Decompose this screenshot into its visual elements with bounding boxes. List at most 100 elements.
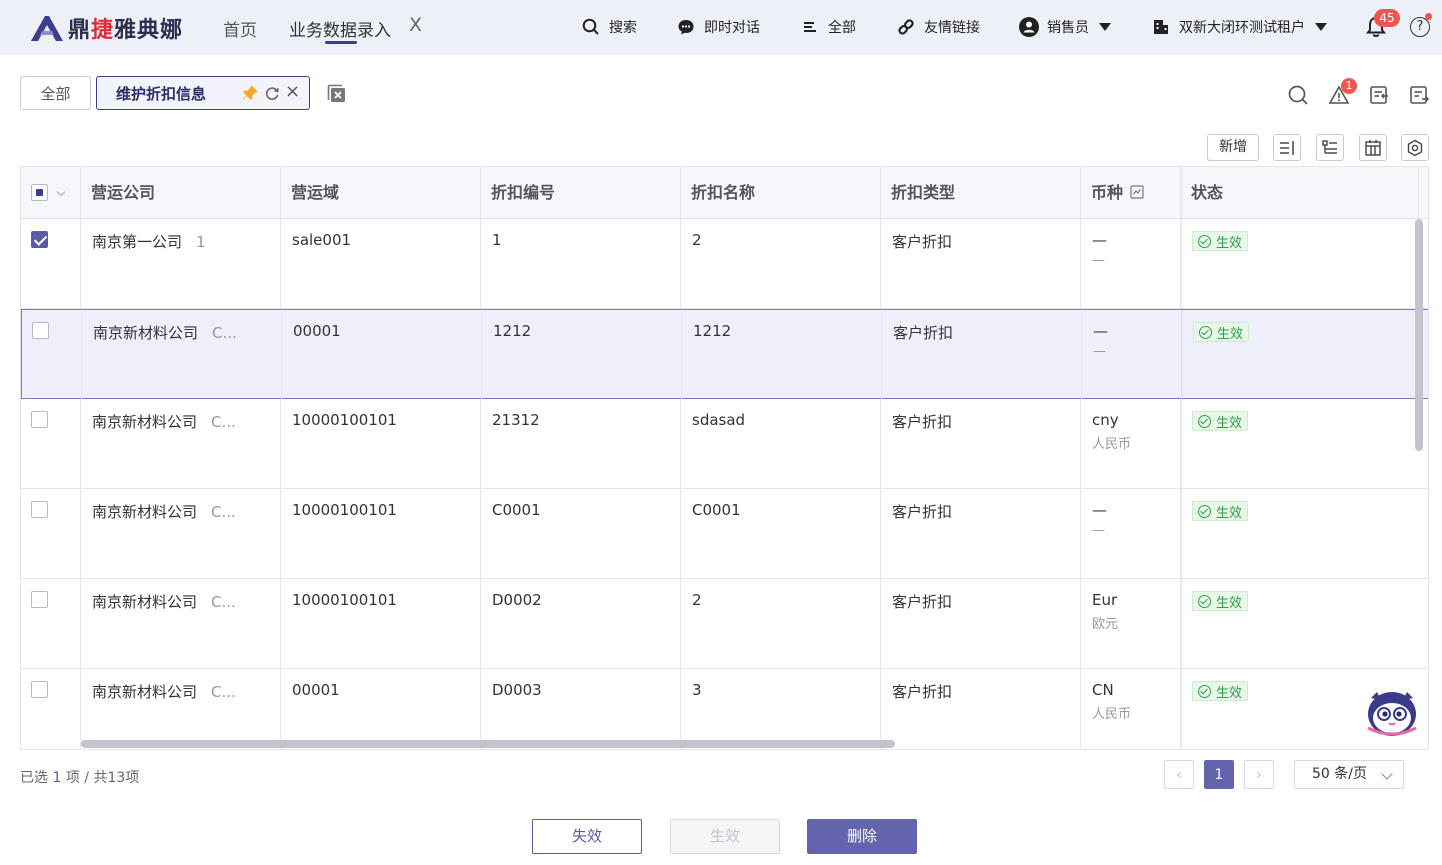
cell-company: 南京新材料公司 C... [81,489,281,579]
links-label: 友情链接 [924,20,980,36]
select-all-checkbox[interactable] [31,184,48,201]
delete-button[interactable]: 删除 [807,819,917,854]
company-code: C... [211,503,236,521]
table-row[interactable]: 南京新材料公司 C... 10000100101 C0001 C0001 客户折扣 — — 生效 [21,489,1428,579]
cell-company: 南京第一公司 1 [81,219,281,309]
horizontal-scrollbar[interactable] [81,740,895,748]
table-row[interactable]: 南京新材料公司 C... 10000100101 D0002 2 客户折扣 Eur 欧元 生效 [21,579,1428,669]
field-info-icon[interactable] [1130,185,1144,199]
settings-icon[interactable] [1401,134,1429,161]
link-icon [896,17,916,37]
header-currency[interactable]: 币种 [1081,167,1181,219]
import-icon[interactable] [1368,84,1390,106]
close-all-tabs-icon[interactable] [326,83,348,105]
fixed-column-shadow [1181,167,1183,749]
page-1-button[interactable]: 1 [1204,760,1234,789]
cell-status: 生效 [1181,489,1419,579]
header-type[interactable]: 折扣类型 [881,167,1081,219]
header-company[interactable]: 营运公司 [81,167,281,219]
cell-domain: 10000100101 [281,399,481,489]
row-select-cell [21,219,81,309]
refresh-icon[interactable] [264,84,280,106]
assistant-mascot-icon[interactable] [1365,688,1419,738]
vertical-scrollbar[interactable] [1415,219,1423,451]
nav-current-tab[interactable]: 业务数据录入 [289,16,391,41]
table-row[interactable]: 南京新材料公司 C... 00001 1212 1212 客户折扣 — — 生效 [21,309,1428,400]
page-size-select[interactable]: 50 条/页 [1294,760,1404,789]
search-icon[interactable] [1287,84,1309,106]
currency-name: 人民币 [1092,437,1132,452]
logo-text: 鼎捷雅典娜 [68,18,184,43]
row-checkbox[interactable] [32,322,49,339]
chat-tool[interactable]: 即时对话 [676,15,760,39]
all-menu-label: 全部 [828,20,856,36]
status-badge: 生效 [1192,231,1249,251]
cell-status: 生效 [1181,219,1419,309]
header-domain[interactable]: 营运域 [281,167,481,219]
check-circle-icon [1198,594,1211,608]
row-checkbox[interactable] [31,231,48,248]
select-options-chevron-icon[interactable] [56,187,66,197]
tenant-dropdown[interactable]: 双新大闭环测试租户 [1151,15,1327,39]
disable-button[interactable]: 失效 [532,819,642,854]
header-code[interactable]: 折扣编号 [481,167,681,219]
page-size-value: 50 条/页 [1312,766,1367,782]
row-checkbox[interactable] [31,591,48,608]
header-name[interactable]: 折扣名称 [681,167,881,219]
page-tab-current-label: 维护折扣信息 [116,84,207,103]
user-icon [1019,17,1039,37]
columns-icon[interactable] [1359,134,1387,161]
pin-icon[interactable] [241,84,259,106]
table-row[interactable]: 南京第一公司 1 sale001 1 2 客户折扣 — — 生效 [21,219,1428,309]
row-checkbox[interactable] [31,681,48,698]
discount-table: 营运公司 营运域 折扣编号 折扣名称 折扣类型 币种 状态 南京第一公司 1 sal… [20,166,1429,750]
links-tool[interactable]: 友情链接 [896,15,980,39]
company-name: 南京新材料公司 [92,683,198,701]
cell-currency: — — [1081,219,1181,309]
currency-name: 人民币 [1092,707,1132,722]
align-icon[interactable] [1273,134,1301,161]
check-circle-icon [1198,234,1211,248]
company-name: 南京新材料公司 [93,324,199,342]
caret-down-icon [1099,23,1111,31]
export-icon[interactable] [1408,84,1430,106]
search-tool[interactable]: 搜索 [581,15,637,39]
app-logo[interactable]: 鼎捷雅典娜 [28,12,183,44]
company-name: 南京第一公司 [92,233,183,251]
cell-code: D0003 [481,669,681,749]
cell-code: D0002 [481,579,681,669]
table-row[interactable]: 南京新材料公司 C... 00001 D0003 3 客户折扣 CN 人民币 生效 [21,669,1428,749]
building-icon [1151,17,1171,37]
nav-tab-close-button[interactable]: X [409,14,422,36]
currency-name: — [1092,253,1105,268]
cell-type: 客户折扣 [882,310,1082,400]
row-checkbox[interactable] [31,411,48,428]
currency-code: — [1092,501,1107,519]
filter-list-icon[interactable] [1316,134,1344,161]
search-label: 搜索 [609,20,637,36]
row-select-cell [21,579,81,669]
select-all-header [21,167,81,219]
chat-icon [676,17,696,37]
next-page-button[interactable]: › [1244,760,1274,789]
help-icon[interactable]: ? [1410,17,1430,37]
page-tab-all[interactable]: 全部 [20,76,91,110]
enable-button[interactable]: 生效 [670,819,780,854]
all-menu-tool[interactable]: 全部 [800,15,856,39]
cell-type: 客户折扣 [881,219,1081,309]
new-button[interactable]: 新增 [1207,134,1259,161]
status-label: 生效 [1216,685,1243,701]
row-checkbox[interactable] [31,501,48,518]
header-status[interactable]: 状态 [1181,167,1419,219]
table-row[interactable]: 南京新材料公司 C... 10000100101 21312 sdasad 客户折扣 cny… [21,399,1428,489]
company-code: C... [212,324,237,342]
company-name: 南京新材料公司 [92,593,198,611]
status-label: 生效 [1216,235,1243,251]
page-tab-close-button[interactable]: × [285,81,300,102]
nav-home-tab[interactable]: 首页 [223,16,257,41]
company-code: C... [211,413,236,431]
cell-status: 生效 [1182,310,1420,400]
role-dropdown[interactable]: 销售员 [1019,15,1111,39]
prev-page-button[interactable]: ‹ [1164,760,1194,789]
page-tab-current[interactable]: 维护折扣信息 × [96,76,310,110]
